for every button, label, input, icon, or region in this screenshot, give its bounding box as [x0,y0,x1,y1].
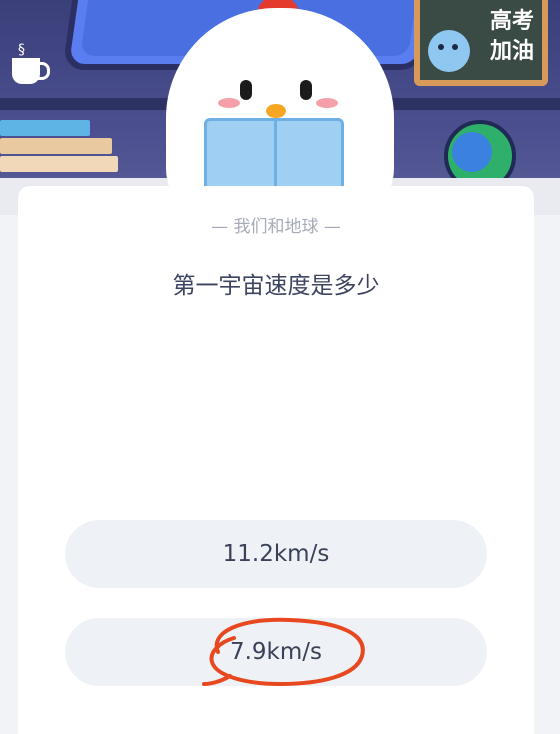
books-illustration [0,120,118,174]
chicken-cheek-right [316,98,338,108]
steam-icon: § [18,42,25,58]
blackboard-line-2: 加油 [489,38,534,64]
blackboard-line-1: 高考 [489,8,534,34]
chicken-mascot [166,0,394,215]
chicken-eye-right [300,80,312,100]
cup-icon [12,58,50,84]
quiz-card: — 我们和地球 — 第一宇宙速度是多少 11.2km/s 7.9km/s [18,186,534,734]
answer-option-2[interactable]: 7.9km/s [65,618,487,686]
chicken-beak [266,104,286,118]
header-illustration: § 高考 加油 [0,0,560,215]
quiz-category: — 我们和地球 — [211,217,341,237]
answer-option-2-label: 7.9km/s [229,639,323,665]
chicken-eye-left [240,80,252,100]
answer-option-1[interactable]: 11.2km/s [65,520,487,588]
blackboard-text: 高考 加油 [480,6,544,66]
chicken-cheek-left [218,98,240,108]
quiz-question: 第一宇宙速度是多少 [172,273,380,299]
blackboard: 高考 加油 [414,0,548,86]
answer-option-1-label: 11.2km/s [222,541,330,567]
mascot-icon [428,30,470,72]
